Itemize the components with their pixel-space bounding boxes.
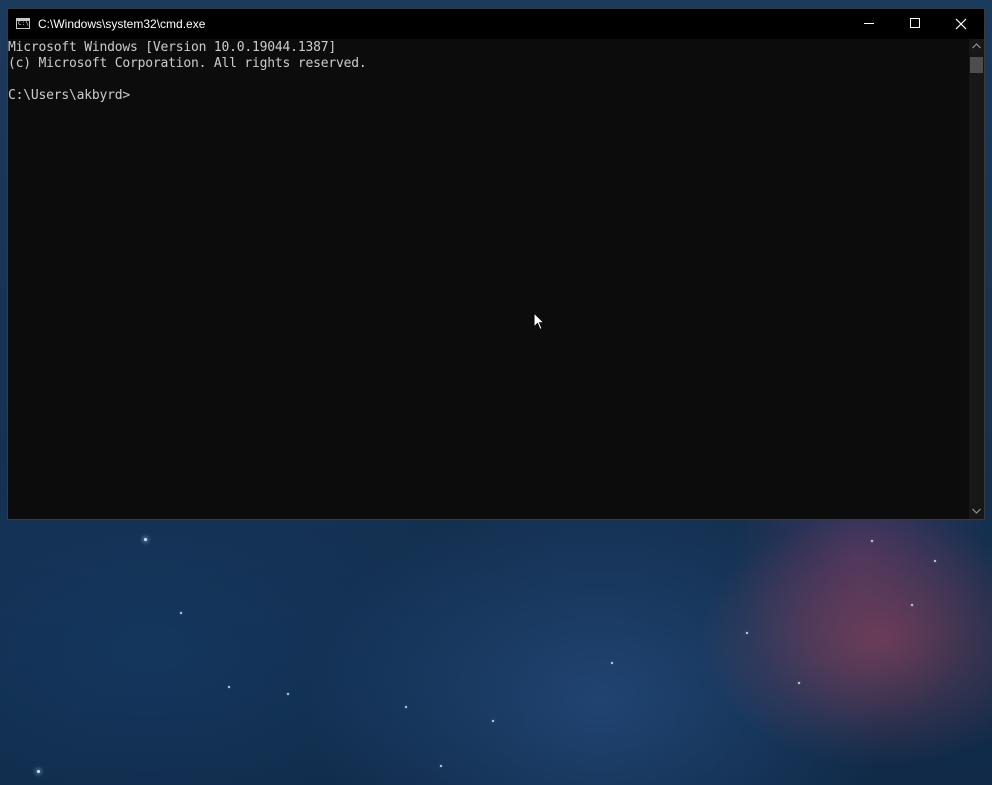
- vertical-scrollbar[interactable]: [969, 39, 984, 519]
- window-title: C:\Windows\system32\cmd.exe: [38, 17, 206, 31]
- star: [287, 693, 289, 695]
- chevron-up-icon: [972, 43, 981, 49]
- star: [228, 686, 230, 688]
- star: [746, 632, 748, 634]
- cmd-icon-prompt: C:\: [18, 20, 29, 27]
- console-output[interactable]: Microsoft Windows [Version 10.0.19044.13…: [8, 39, 969, 519]
- console-line-copyright: (c) Microsoft Corporation. All rights re…: [8, 56, 367, 71]
- console-line-version: Microsoft Windows [Version 10.0.19044.13…: [8, 40, 336, 55]
- close-icon: [955, 18, 967, 30]
- star: [144, 538, 147, 541]
- maximize-button[interactable]: [892, 9, 938, 39]
- scroll-thumb[interactable]: [970, 57, 983, 73]
- scroll-up-button[interactable]: [969, 39, 984, 54]
- star: [492, 720, 494, 722]
- chevron-down-icon: [972, 508, 981, 514]
- star: [871, 540, 873, 542]
- star: [911, 604, 913, 606]
- cmd-icon: C:\: [16, 18, 30, 29]
- cmd-window[interactable]: C:\ C:\Windows\system32\cmd.exe Microsof…: [7, 8, 985, 520]
- mouse-pointer-icon: [533, 312, 545, 331]
- star: [934, 560, 936, 562]
- command-prompt[interactable]: C:\Users\akbyrd>: [8, 88, 130, 104]
- minimize-icon: [864, 23, 874, 24]
- star: [611, 662, 613, 664]
- maximize-icon: [910, 18, 920, 28]
- title-bar[interactable]: C:\ C:\Windows\system32\cmd.exe: [8, 9, 984, 39]
- scroll-down-button[interactable]: [969, 504, 984, 519]
- close-button[interactable]: [938, 9, 984, 39]
- star: [405, 706, 407, 708]
- star: [440, 765, 442, 767]
- minimize-button[interactable]: [846, 9, 892, 39]
- star: [37, 770, 40, 773]
- star: [180, 612, 182, 614]
- star: [798, 682, 800, 684]
